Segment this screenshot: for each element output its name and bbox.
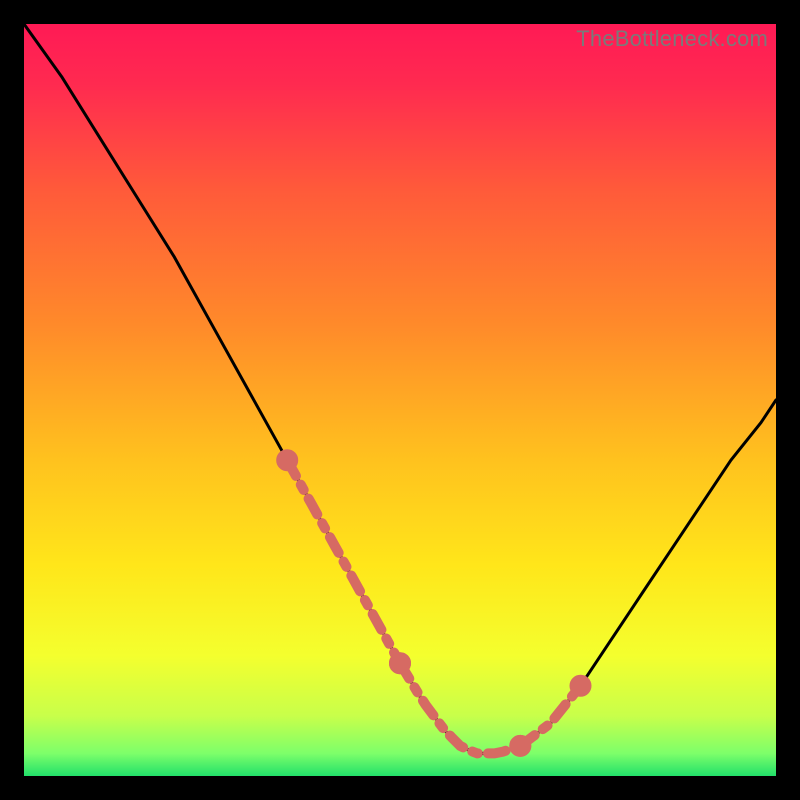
highlight-dot (281, 454, 293, 466)
bottleneck-chart (24, 24, 776, 776)
chart-frame: TheBottleneck.com (24, 24, 776, 776)
highlight-dot (575, 680, 587, 692)
watermark-text: TheBottleneck.com (576, 26, 768, 52)
highlight-dot (394, 657, 406, 669)
highlight-dot (514, 740, 526, 752)
